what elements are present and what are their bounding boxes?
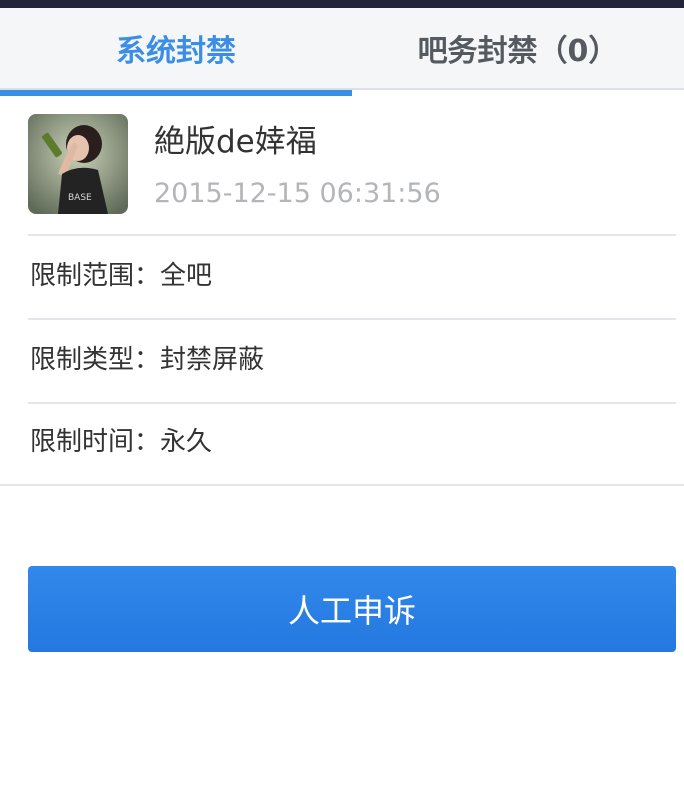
avatar[interactable]: BASE <box>28 114 128 214</box>
restriction-duration: 限制时间：永久 <box>30 427 213 457</box>
ban-timestamp: 2015-12-15 06:31:56 <box>154 178 441 209</box>
user-avatar-photo-icon: BASE <box>28 114 128 214</box>
divider <box>28 318 676 320</box>
status-bar <box>0 0 684 8</box>
tab-bar-admin-ban[interactable]: 吧务封禁（0） <box>352 8 684 88</box>
divider <box>28 402 676 404</box>
restriction-scope: 限制范围：全吧 <box>30 261 213 291</box>
manual-appeal-button[interactable]: 人工申诉 <box>28 566 676 652</box>
divider <box>28 234 676 236</box>
active-tab-indicator <box>0 90 352 96</box>
username: 絶版de婞福 <box>154 124 317 160</box>
divider <box>0 484 684 486</box>
svg-text:BASE: BASE <box>68 193 92 203</box>
tabs-divider <box>0 88 684 90</box>
tab-system-ban[interactable]: 系统封禁 <box>0 8 352 88</box>
restriction-type: 限制类型：封禁屏蔽 <box>30 345 265 375</box>
tab-bar: 系统封禁 吧务封禁（0） <box>0 8 684 96</box>
